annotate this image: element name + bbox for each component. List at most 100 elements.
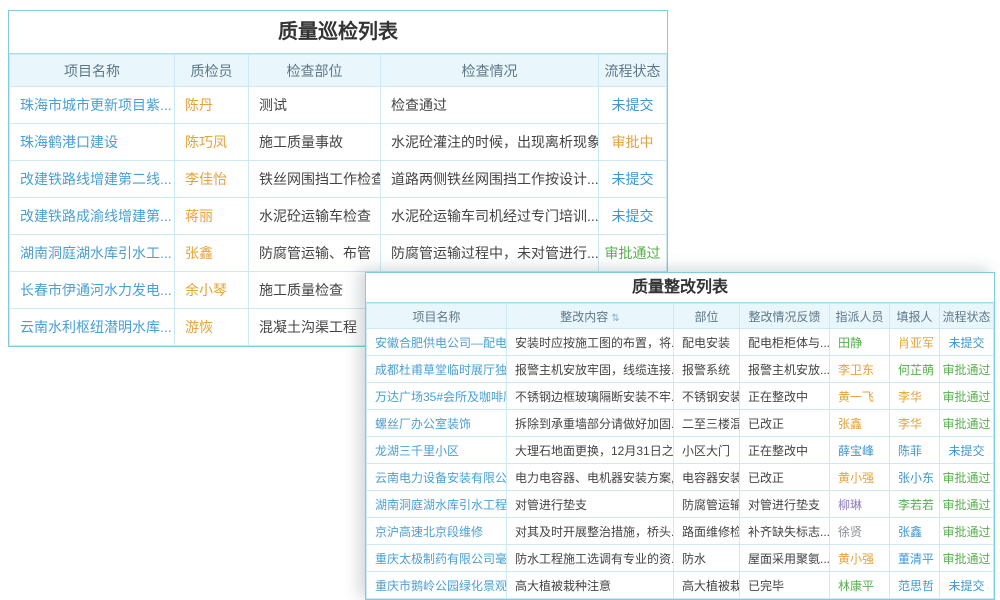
content-cell: 不锈钢边框玻璃隔断安装不牢... <box>507 383 674 410</box>
project-link[interactable]: 重庆市鹅岭公园绿化景观提升... <box>367 572 507 599</box>
assignee-cell: 林康平 <box>830 572 890 599</box>
inspector-cell: 余小琴 <box>175 272 249 309</box>
feedback-cell: 已完毕 <box>740 572 830 599</box>
table-row: 安徽合肥供电公司—配电设备... 安装时应按施工图的布置，将... 配电安装 配… <box>367 329 994 356</box>
feedback-cell: 正在整改中 <box>740 437 830 464</box>
project-link[interactable]: 珠海市城市更新项目紫... <box>10 87 175 124</box>
table-row: 珠海鹤港口建设 陈巧凤 施工质量事故 水泥砼灌注的时候，出现离析现象 审批中 <box>10 124 667 161</box>
project-link[interactable]: 龙湖三千里小区 <box>367 437 507 464</box>
inspector-cell: 李佳怡 <box>175 161 249 198</box>
status-cell: 审批通过 <box>940 356 994 383</box>
part-cell: 测试 <box>249 87 381 124</box>
col-header-content[interactable]: 整改内容⇅ <box>507 304 674 329</box>
inspection-list-title: 质量巡检列表 <box>9 11 667 54</box>
status-cell: 未提交 <box>940 572 994 599</box>
project-link[interactable]: 云南电力设备安装有限公司20... <box>367 464 507 491</box>
sort-icon[interactable]: ⇅ <box>611 313 619 324</box>
table-row: 云南电力设备安装有限公司20... 电力电容器、电机器安装方案,... 电容器安… <box>367 464 994 491</box>
rectification-list-panel: 质量整改列表 项目名称 整改内容⇅ 部位 整改情况反馈 指派人员 填报人 流程状… <box>365 272 995 600</box>
table-row: 成都杜甫草堂临时展厅独立展... 报警主机安放牢固，线缆连接... 报警系统 报… <box>367 356 994 383</box>
status-cell: 未提交 <box>940 329 994 356</box>
part-cell: 防腐管运输、布管 <box>249 235 381 272</box>
reporter-cell: 李华 <box>890 383 940 410</box>
part-cell: 电容器安装... <box>674 464 740 491</box>
project-link[interactable]: 成都杜甫草堂临时展厅独立展... <box>367 356 507 383</box>
content-cell: 对管进行垫支 <box>507 491 674 518</box>
content-cell: 拆除到承重墙部分请做好加固... <box>507 410 674 437</box>
project-link[interactable]: 云南水利枢纽潜明水库... <box>10 309 175 346</box>
project-link[interactable]: 螺丝厂办公室装饰 <box>367 410 507 437</box>
table-row: 湖南洞庭湖水库引水工... 张鑫 防腐管运输、布管 防腐管运输过程中，未对管进行… <box>10 235 667 272</box>
project-link[interactable]: 京沪高速北京段维修 <box>367 518 507 545</box>
project-link[interactable]: 改建铁路线增建第二线... <box>10 161 175 198</box>
table-row: 改建铁路成渝线增建第... 蒋丽 水泥砼运输车检查 水泥砼运输车司机经过专门培训… <box>10 198 667 235</box>
table-row: 珠海市城市更新项目紫... 陈丹 测试 检查通过 未提交 <box>10 87 667 124</box>
feedback-cell: 屋面采用聚氨... <box>740 545 830 572</box>
feedback-cell: 报警主机安放... <box>740 356 830 383</box>
status-cell: 审批通过 <box>940 410 994 437</box>
project-link[interactable]: 湖南洞庭湖水库引水工程施工I标 <box>367 491 507 518</box>
situation-cell: 水泥砼运输车司机经过专门培训... <box>381 198 599 235</box>
assignee-cell: 张鑫 <box>830 410 890 437</box>
part-cell: 混凝土沟渠工程 <box>249 309 381 346</box>
status-cell: 未提交 <box>940 437 994 464</box>
project-link[interactable]: 改建铁路成渝线增建第... <box>10 198 175 235</box>
assignee-cell: 柳琳 <box>830 491 890 518</box>
reporter-cell: 陈菲 <box>890 437 940 464</box>
assignee-cell: 李卫东 <box>830 356 890 383</box>
status-cell: 审批通过 <box>940 518 994 545</box>
project-link[interactable]: 安徽合肥供电公司—配电设备... <box>367 329 507 356</box>
content-cell: 安装时应按施工图的布置，将... <box>507 329 674 356</box>
feedback-cell: 正在整改中 <box>740 383 830 410</box>
part-cell: 防水 <box>674 545 740 572</box>
col-header-status: 流程状态 <box>599 55 667 87</box>
col-header-reporter: 填报人 <box>890 304 940 329</box>
reporter-cell: 李华 <box>890 410 940 437</box>
table-row: 重庆市鹅岭公园绿化景观提升... 高大植被栽种注意 高大植被栽种 已完毕 林康平… <box>367 572 994 599</box>
part-cell: 小区大门 <box>674 437 740 464</box>
col-header-situation: 检查情况 <box>381 55 599 87</box>
col-header-project: 项目名称 <box>10 55 175 87</box>
status-cell: 未提交 <box>599 198 667 235</box>
status-cell: 未提交 <box>599 87 667 124</box>
inspector-cell: 陈丹 <box>175 87 249 124</box>
reporter-cell: 张小东 <box>890 464 940 491</box>
part-cell: 二至三楼混... <box>674 410 740 437</box>
reporter-cell: 肖亚军 <box>890 329 940 356</box>
part-cell: 报警系统 <box>674 356 740 383</box>
col-header-assignee: 指派人员 <box>830 304 890 329</box>
content-cell: 高大植被栽种注意 <box>507 572 674 599</box>
rectification-header-row: 项目名称 整改内容⇅ 部位 整改情况反馈 指派人员 填报人 流程状态 <box>367 304 994 329</box>
project-link[interactable]: 重庆太极制药有限公司毫州中... <box>367 545 507 572</box>
table-row: 湖南洞庭湖水库引水工程施工I标 对管进行垫支 防腐管运输... 对管进行垫支 柳… <box>367 491 994 518</box>
feedback-cell: 补齐缺失标志... <box>740 518 830 545</box>
inspection-header-row: 项目名称 质检员 检查部位 检查情况 流程状态 <box>10 55 667 87</box>
assignee-cell: 徐贤 <box>830 518 890 545</box>
status-cell: 审批通过 <box>599 235 667 272</box>
part-cell: 配电安装 <box>674 329 740 356</box>
content-cell: 电力电容器、电机器安装方案,... <box>507 464 674 491</box>
project-link[interactable]: 湖南洞庭湖水库引水工... <box>10 235 175 272</box>
col-header-part: 检查部位 <box>249 55 381 87</box>
col-header-inspector: 质检员 <box>175 55 249 87</box>
col-header-feedback: 整改情况反馈 <box>740 304 830 329</box>
situation-cell: 道路两侧铁丝网围挡工作按设计... <box>381 161 599 198</box>
reporter-cell: 张鑫 <box>890 518 940 545</box>
project-link[interactable]: 长春市伊通河水力发电... <box>10 272 175 309</box>
col-header-project: 项目名称 <box>367 304 507 329</box>
col-header-status: 流程状态 <box>940 304 994 329</box>
reporter-cell: 董清平 <box>890 545 940 572</box>
feedback-cell: 已改正 <box>740 464 830 491</box>
part-cell: 水泥砼运输车检查 <box>249 198 381 235</box>
inspector-cell: 陈巧凤 <box>175 124 249 161</box>
project-link[interactable]: 珠海鹤港口建设 <box>10 124 175 161</box>
project-link[interactable]: 万达广场35#会所及咖啡厅空... <box>367 383 507 410</box>
assignee-cell: 黄一飞 <box>830 383 890 410</box>
inspector-cell: 蒋丽 <box>175 198 249 235</box>
part-cell: 铁丝网围挡工作检查 <box>249 161 381 198</box>
situation-cell: 检查通过 <box>381 87 599 124</box>
feedback-cell: 对管进行垫支 <box>740 491 830 518</box>
reporter-cell: 范思哲 <box>890 572 940 599</box>
feedback-cell: 已改正 <box>740 410 830 437</box>
assignee-cell: 黄小强 <box>830 545 890 572</box>
